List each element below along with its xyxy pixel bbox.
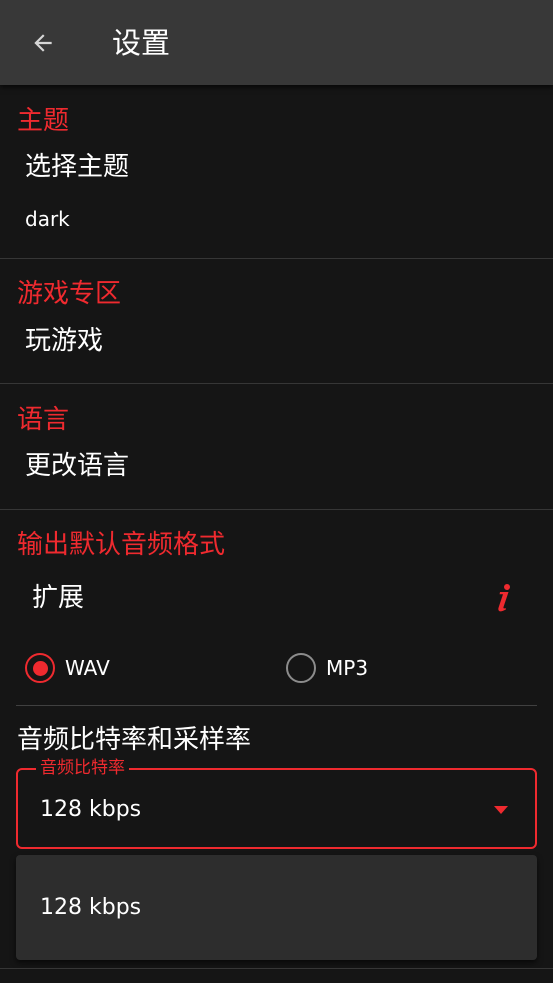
bitrate-selected-value: 128 kbps: [40, 797, 142, 822]
bitrate-section-title: 音频比特率和采样率: [17, 725, 252, 755]
games-section: 游戏专区 玩游戏: [0, 259, 553, 383]
bitrate-menu-item-label: 128 kbps: [40, 895, 142, 920]
radio-option-mp3[interactable]: MP3: [281, 648, 461, 688]
mp3-radio-label: MP3: [326, 656, 369, 680]
play-games-title: 玩游戏: [25, 326, 104, 356]
wav-radio-label: WAV: [65, 656, 110, 680]
triangle-down-icon[interactable]: [493, 805, 509, 815]
language-section: 语言 更改语言: [0, 384, 553, 509]
wav-radio-button[interactable]: [25, 653, 55, 683]
choose-theme-preference[interactable]: 选择主题 dark: [0, 140, 553, 250]
radio-option-wav[interactable]: WAV: [20, 648, 200, 688]
page-title: 设置: [112, 26, 171, 60]
theme-section: 主题 选择主题 dark: [0, 85, 553, 258]
radio-dot: [32, 660, 48, 676]
choose-theme-title: 选择主题: [25, 152, 130, 182]
extension-label: 扩展: [32, 583, 85, 613]
change-language-title: 更改语言: [25, 451, 130, 481]
mp3-radio-button[interactable]: [286, 653, 316, 683]
games-header: 游戏专区: [17, 279, 122, 309]
info-button[interactable]: [488, 580, 518, 616]
bitrate-dropdown-menu: 128 kbps: [16, 855, 537, 960]
audio-format-header: 输出默认音频格式: [17, 530, 226, 560]
bitrate-select[interactable]: 音频比特率 128 kbps: [16, 758, 537, 849]
app-bar: 设置: [0, 0, 553, 85]
audio-format-section: 输出默认音频格式 扩展 WAV MP3 音频比特率和采样率 音频比特率 128 …: [0, 510, 553, 983]
bitrate-field-label: 音频比特率: [36, 758, 129, 778]
back-button[interactable]: [27, 27, 59, 59]
divider: [0, 968, 553, 969]
theme-summary: dark: [25, 207, 70, 231]
theme-header: 主题: [17, 106, 70, 136]
bitrate-menu-item[interactable]: 128 kbps: [16, 880, 537, 936]
language-header: 语言: [17, 405, 70, 435]
info-icon: [498, 584, 510, 612]
arrow-left-icon: [34, 34, 52, 52]
divider: [16, 705, 537, 706]
play-games-preference[interactable]: 玩游戏: [0, 314, 553, 374]
change-language-preference[interactable]: 更改语言: [0, 439, 553, 499]
